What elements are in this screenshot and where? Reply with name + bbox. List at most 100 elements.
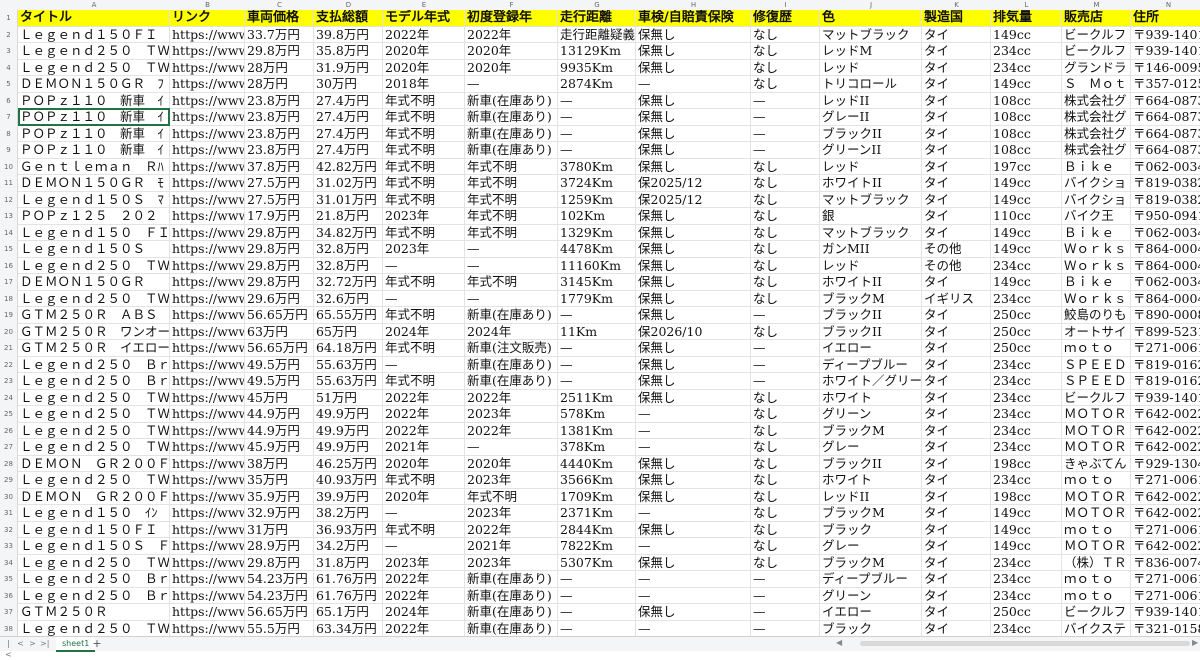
table-cell[interactable]: なし: [751, 208, 820, 224]
table-cell[interactable]: タイ: [922, 554, 991, 570]
table-cell[interactable]: —: [558, 142, 636, 158]
table-cell[interactable]: Ｌｅｇｅｎｄ２５０ ＴＷ: [18, 389, 170, 405]
column-header-f[interactable]: F: [465, 0, 558, 10]
table-cell[interactable]: ＧＴＭ２５０Ｒ イエロー: [18, 340, 170, 356]
table-cell[interactable]: 2022年: [383, 422, 465, 438]
table-cell[interactable]: イエロー: [820, 604, 922, 620]
table-cell[interactable]: 1259Km: [558, 191, 636, 207]
table-cell[interactable]: 31.8万円: [314, 554, 383, 570]
table-cell[interactable]: https://www: [170, 571, 245, 587]
table-cell[interactable]: 250cc: [991, 340, 1062, 356]
table-cell[interactable]: Ｌｅｇｅｎｄ２５０ ＴＷ: [18, 43, 170, 59]
table-cell[interactable]: タイ: [922, 59, 991, 75]
row-number[interactable]: 23: [0, 373, 18, 390]
table-cell[interactable]: ディープブルー: [820, 356, 922, 372]
table-cell[interactable]: 29.8万円: [245, 274, 314, 290]
row-number[interactable]: 10: [0, 158, 18, 175]
table-cell[interactable]: https://www: [170, 604, 245, 620]
table-cell[interactable]: 年式不明: [465, 175, 558, 191]
horizontal-scrollbar[interactable]: [860, 641, 1190, 646]
table-cell[interactable]: 35.8万円: [314, 43, 383, 59]
table-cell[interactable]: 2020年: [383, 59, 465, 75]
table-cell[interactable]: —: [558, 571, 636, 587]
table-cell[interactable]: 38.2万円: [314, 505, 383, 521]
table-cell[interactable]: 新車(在庫あり): [465, 356, 558, 372]
table-cell[interactable]: タイ: [922, 406, 991, 422]
table-cell[interactable]: 新車(在庫あり): [465, 571, 558, 587]
table-cell[interactable]: レッドM: [820, 43, 922, 59]
table-cell[interactable]: 65.1万円: [314, 604, 383, 620]
row-number[interactable]: 25: [0, 406, 18, 423]
table-cell[interactable]: ＰＯＰｚ１１０ 新車 ｲ: [18, 125, 170, 141]
table-cell[interactable]: https://www: [170, 620, 245, 636]
table-cell[interactable]: —: [636, 620, 751, 636]
table-cell[interactable]: https://www: [170, 554, 245, 570]
table-cell[interactable]: 4478Km: [558, 241, 636, 257]
table-cell[interactable]: 新車(在庫あり): [465, 109, 558, 125]
table-cell[interactable]: https://www: [170, 76, 245, 92]
table-cell[interactable]: ＭＯＴＯＲ: [1062, 488, 1131, 504]
table-cell[interactable]: タイ: [922, 208, 991, 224]
row-number[interactable]: 15: [0, 241, 18, 258]
table-cell[interactable]: Ｌｅｇｅｎｄ２５０ ＴＷ: [18, 406, 170, 422]
table-cell[interactable]: タイ: [922, 340, 991, 356]
table-cell[interactable]: —: [636, 571, 751, 587]
table-cell[interactable]: 〒939-1401: [1131, 390, 1200, 406]
table-cell[interactable]: 234cc: [991, 571, 1062, 587]
table-cell[interactable]: 年式不明: [383, 175, 465, 191]
table-cell[interactable]: https://www: [170, 241, 245, 257]
table-cell[interactable]: 〒271-0061: [1131, 472, 1200, 488]
table-cell[interactable]: 新車(在庫あり): [465, 604, 558, 620]
table-cell[interactable]: マットブラック: [820, 26, 922, 42]
table-cell[interactable]: なし: [751, 389, 820, 405]
table-cell[interactable]: なし: [751, 191, 820, 207]
table-cell[interactable]: 234cc: [991, 587, 1062, 603]
table-cell[interactable]: 〒819-0382: [1131, 175, 1200, 191]
table-cell[interactable]: Ｂｉｋｅ: [1062, 274, 1131, 290]
table-cell[interactable]: 〒664-0873: [1131, 93, 1200, 109]
table-cell[interactable]: 23.8万円: [245, 125, 314, 141]
table-cell[interactable]: タイ: [922, 521, 991, 537]
table-cell[interactable]: タイ: [922, 571, 991, 587]
table-cell[interactable]: 保無し: [636, 92, 751, 108]
table-cell[interactable]: —: [558, 125, 636, 141]
row-number[interactable]: 12: [0, 191, 18, 208]
table-cell[interactable]: ディープブルー: [820, 571, 922, 587]
table-cell[interactable]: 〒819-0382: [1131, 192, 1200, 208]
table-cell[interactable]: 234cc: [991, 389, 1062, 405]
table-cell[interactable]: 年式不明: [383, 274, 465, 290]
table-cell[interactable]: —: [465, 290, 558, 306]
table-cell[interactable]: 4440Km: [558, 455, 636, 471]
row-number[interactable]: 3: [0, 43, 18, 60]
column-header-a[interactable]: A: [18, 0, 170, 10]
table-cell[interactable]: 株式会社グ: [1062, 109, 1131, 125]
row-number[interactable]: 6: [0, 92, 18, 109]
table-cell[interactable]: 23.8万円: [245, 92, 314, 108]
table-cell[interactable]: タイ: [922, 323, 991, 339]
table-cell[interactable]: —: [751, 92, 820, 108]
table-cell[interactable]: ｍｏｔｏ: [1062, 571, 1131, 587]
table-cell[interactable]: 149cc: [991, 76, 1062, 92]
table-cell[interactable]: https://www: [170, 455, 245, 471]
table-cell[interactable]: 〒357-0125: [1131, 76, 1200, 92]
table-cell[interactable]: 新車(在庫あり): [465, 92, 558, 108]
table-cell[interactable]: 2022年: [383, 26, 465, 42]
table-cell[interactable]: タイ: [922, 92, 991, 108]
row-number[interactable]: 33: [0, 538, 18, 555]
table-cell[interactable]: なし: [751, 224, 820, 240]
table-cell[interactable]: 23.8万円: [245, 142, 314, 158]
table-cell[interactable]: ホワイトII: [820, 274, 922, 290]
table-cell[interactable]: タイ: [922, 43, 991, 59]
row-number[interactable]: 35: [0, 571, 18, 588]
table-cell[interactable]: 2023年: [465, 554, 558, 570]
table-cell[interactable]: —: [751, 571, 820, 587]
table-cell[interactable]: 2023年: [465, 406, 558, 422]
table-cell[interactable]: タイ: [922, 109, 991, 125]
table-cell[interactable]: 17.9万円: [245, 208, 314, 224]
table-cell[interactable]: 61.76万円: [314, 571, 383, 587]
table-cell[interactable]: レッドII: [820, 92, 922, 108]
table-cell[interactable]: —: [636, 439, 751, 455]
table-cell[interactable]: ＳＰＥＥＤ: [1062, 356, 1131, 372]
table-cell[interactable]: グレー: [820, 538, 922, 554]
table-cell[interactable]: https://www: [170, 587, 245, 603]
